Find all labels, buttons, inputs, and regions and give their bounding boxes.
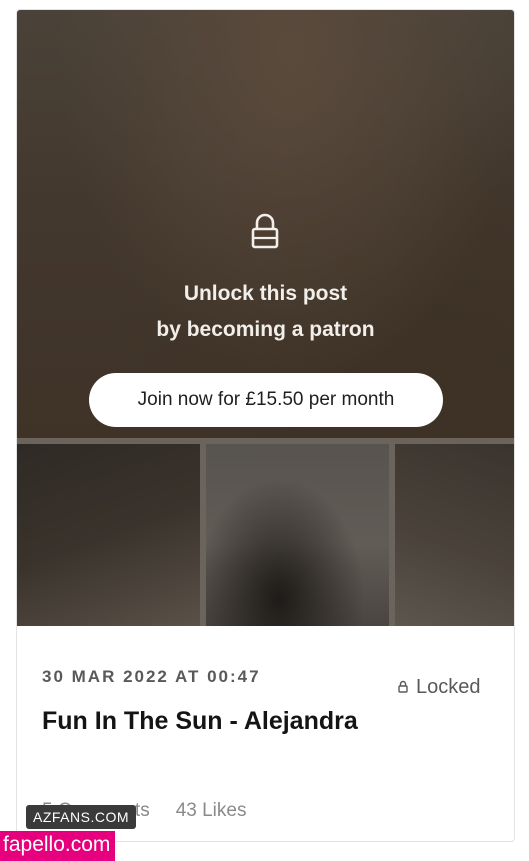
blurred-thumbnail[interactable] [17, 444, 200, 626]
blurred-thumbnail[interactable] [206, 444, 389, 626]
unlock-heading: Unlock this post [183, 282, 348, 305]
join-now-button[interactable]: Join now for £15.50 per month [89, 373, 443, 427]
likes-count[interactable]: 43 Likes [176, 800, 247, 822]
post-date: 30 MAR 2022 AT 00:47 [42, 667, 261, 686]
locked-status: Locked [398, 676, 481, 699]
thumbnail-strip [17, 438, 514, 626]
post-card: Unlock this post by becoming a patron Jo… [16, 9, 515, 842]
blurred-thumbnail[interactable] [395, 444, 514, 626]
fapello-watermark: fapello.com [0, 831, 116, 861]
unlock-subheading: by becoming a patron [156, 318, 375, 341]
azfans-watermark: AZFANS.COM [26, 805, 137, 829]
post-title[interactable]: Fun In The Sun - Alejandra [42, 707, 358, 736]
locked-post-preview: Unlock this post by becoming a patron Jo… [17, 10, 514, 438]
small-lock-icon [398, 676, 408, 699]
lock-icon [250, 213, 280, 251]
locked-label: Locked [416, 676, 481, 698]
